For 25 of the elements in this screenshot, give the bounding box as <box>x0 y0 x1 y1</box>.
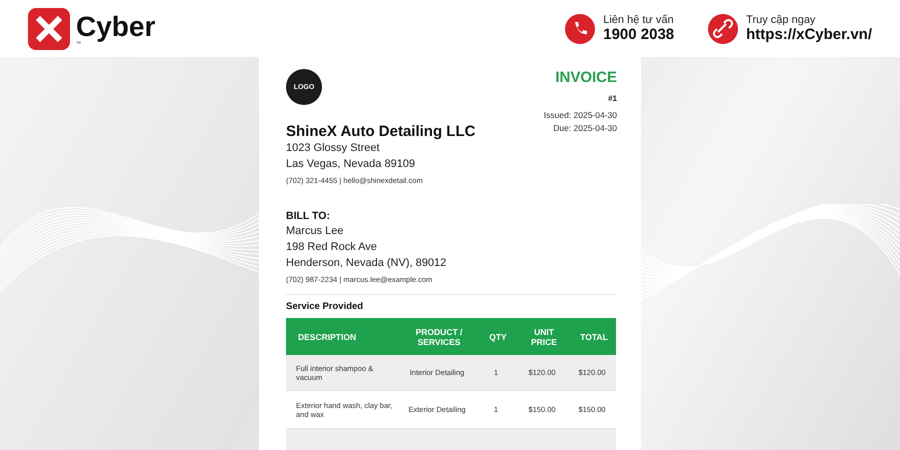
contact-value[interactable]: https://xCyber.vn/ <box>746 26 872 43</box>
section-title: Service Provided <box>286 301 364 312</box>
invoice-number: #1 <box>608 94 617 103</box>
column-header: QTY <box>480 318 516 355</box>
phone-icon <box>565 14 596 44</box>
column-header: PRODUCT / SERVICES <box>398 318 480 355</box>
company-address: Las Vegas, Nevada 89109 <box>286 157 416 172</box>
invoice-date: Due: 2025-04-30 <box>553 122 617 135</box>
invoice-date: Issued: 2025-04-30 <box>544 109 617 122</box>
contact-value: 1900 2038 <box>603 26 674 43</box>
link-icon <box>708 14 738 44</box>
bill-to-line: 198 Red Rock Ave <box>286 240 378 255</box>
invoice-title: INVOICE <box>555 69 617 86</box>
company-name: ShineX Auto Detailing LLC <box>286 123 476 140</box>
column-header: UNIT PRICE <box>516 318 572 355</box>
column-header: TOTAL <box>572 318 616 355</box>
brand-logo-icon <box>28 8 70 50</box>
bill-to-line: Henderson, Nevada (NV), 89012 <box>286 256 448 271</box>
column-header: DESCRIPTION <box>286 318 398 355</box>
company-address: 1023 Glossy Street <box>286 141 381 156</box>
brand-name: Cyber <box>76 10 156 42</box>
bill-to-line: Marcus Lee <box>286 224 344 239</box>
contact-label: Liên hệ tư vấn <box>603 14 674 26</box>
bill-to-heading: BILL TO: <box>286 209 331 223</box>
contact-label: Truy cập ngay <box>746 14 816 26</box>
